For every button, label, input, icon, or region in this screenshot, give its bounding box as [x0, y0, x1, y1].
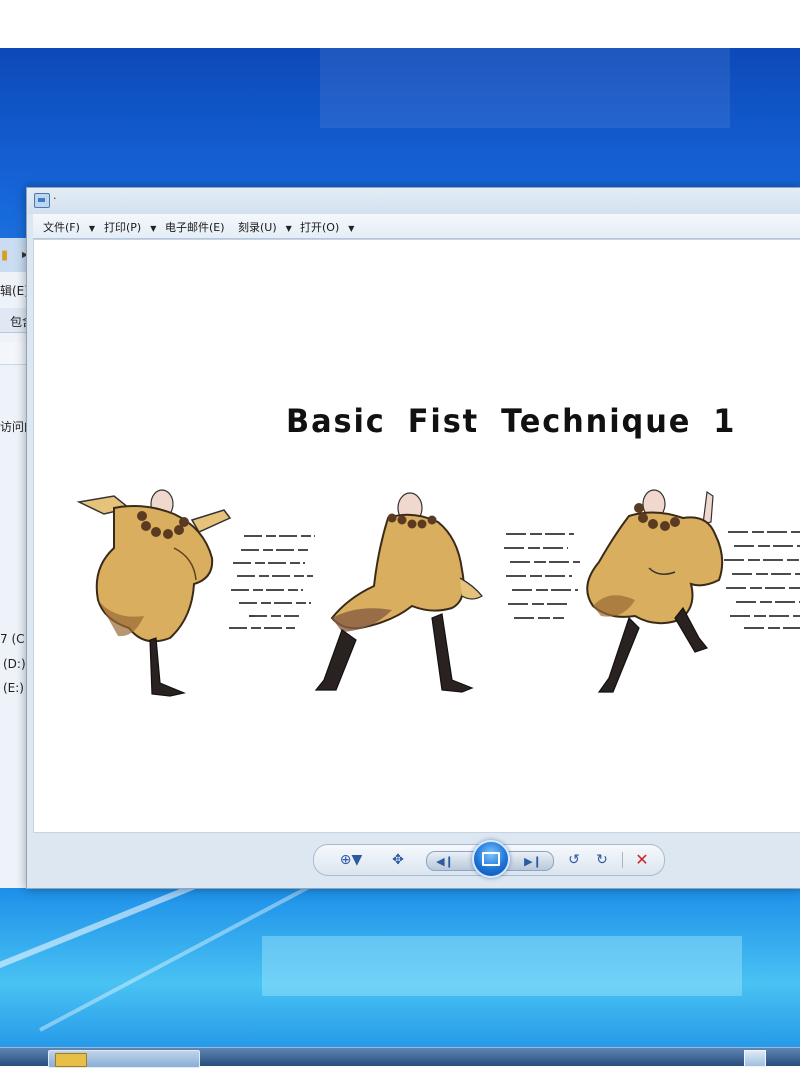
monk-figure-center	[314, 492, 483, 693]
viewer-control-bar: ⊕▼ ✥ ◀❙ ▶❙ ↺ ↻ ✕	[313, 840, 665, 878]
next-icon[interactable]: ▶❙	[521, 852, 545, 872]
tray-icon[interactable]	[744, 1050, 766, 1067]
image-title: Basic Fist Technique 1	[286, 402, 737, 440]
desktop-light-panel	[262, 936, 742, 996]
caret-down-icon: ▼	[348, 224, 355, 233]
menu-open-label: 打开(O)	[300, 221, 340, 234]
monk-figure-right	[586, 489, 724, 693]
toolbar-separator	[622, 852, 623, 868]
menu-print[interactable]: 打印(P) ▼	[104, 219, 156, 235]
taskbar-explorer-button[interactable]	[48, 1050, 200, 1068]
speed-lines-left	[229, 535, 315, 629]
caret-down-icon: ▼	[285, 224, 292, 233]
slideshow-icon[interactable]	[472, 840, 510, 878]
previous-icon[interactable]: ◀❙	[435, 852, 455, 872]
desktop-glow	[320, 48, 730, 128]
menu-burn[interactable]: 刻录(U) ▼	[238, 219, 292, 235]
window-title: ·	[53, 192, 57, 205]
menu-email-label: 电子邮件(E)	[165, 221, 225, 234]
fit-window-icon[interactable]: ✥	[386, 850, 410, 870]
delete-icon[interactable]: ✕	[632, 850, 652, 870]
menu-burn-label: 刻录(U)	[238, 221, 277, 234]
titlebar[interactable]: ·	[27, 188, 800, 214]
speed-lines-right	[724, 531, 800, 629]
image-canvas[interactable]: Basic Fist Technique 1	[33, 239, 800, 833]
menu-file[interactable]: 文件(F) ▼	[43, 219, 95, 235]
monk-figure-left	[76, 489, 232, 697]
taskbar	[0, 1047, 800, 1068]
folder-icon: ▮	[1, 248, 9, 263]
menu-file-label: 文件(F)	[43, 221, 80, 234]
magnify-icon[interactable]: ⊕▼	[338, 850, 364, 870]
caret-down-icon: ▼	[150, 224, 157, 233]
menubar: 文件(F) ▼ 打印(P) ▼ 电子邮件(E) 刻录(U) ▼ 打开(O) ▼	[33, 214, 800, 239]
menu-email[interactable]: 电子邮件(E)	[165, 219, 225, 235]
speed-lines-center	[504, 533, 580, 619]
photo-viewer-window[interactable]: · 文件(F) ▼ 打印(P) ▼ 电子邮件(E) 刻录(U) ▼ 打开(O) ▼ Ba…	[26, 187, 800, 889]
menu-open[interactable]: 打开(O) ▼	[300, 219, 354, 235]
rotate-clockwise-icon[interactable]: ↻	[592, 850, 612, 870]
menu-print-label: 打印(P)	[104, 221, 142, 234]
slideshow-screen-glyph	[482, 852, 500, 866]
caret-down-icon: ▼	[88, 224, 96, 233]
photo-viewer-app-icon	[34, 193, 50, 208]
rotate-counterclockwise-icon[interactable]: ↺	[564, 850, 584, 870]
